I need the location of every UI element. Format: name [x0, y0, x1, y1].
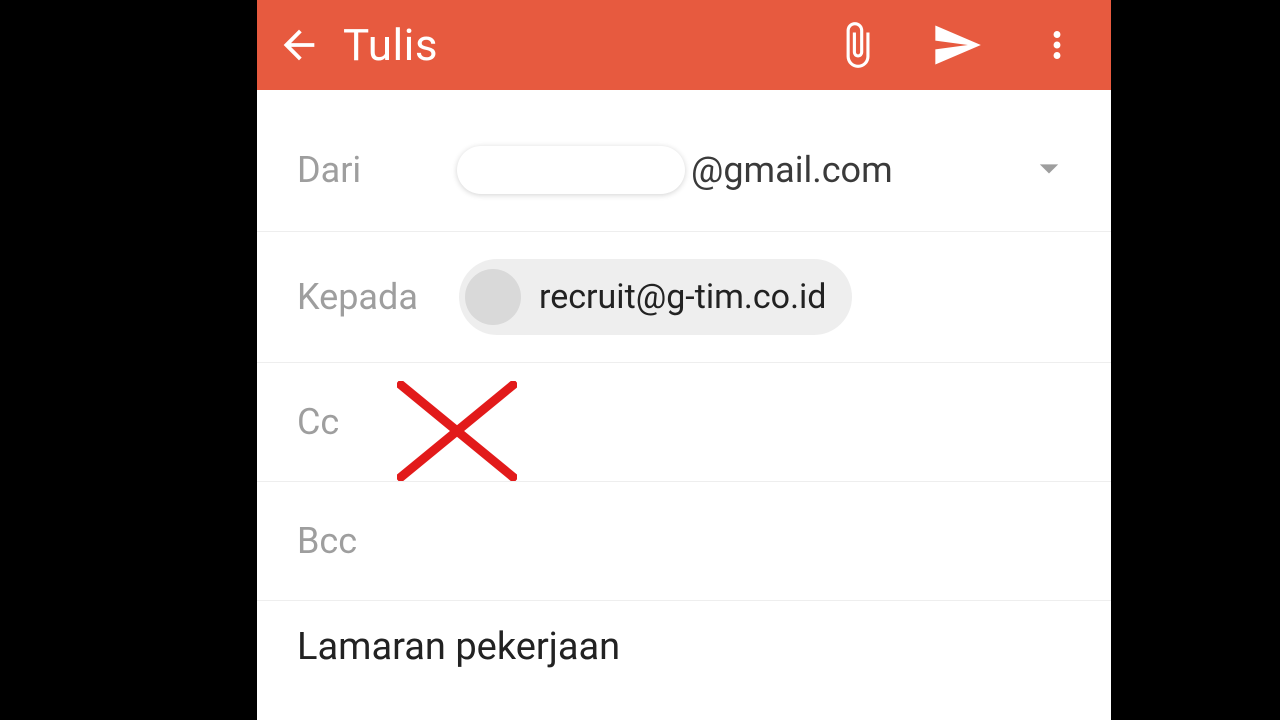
compose-screen: Tulis Dari — [257, 0, 1111, 720]
bcc-row[interactable]: Bcc — [257, 482, 1111, 601]
expand-from[interactable] — [1027, 146, 1071, 194]
from-label: Dari — [297, 149, 437, 191]
attach-button[interactable] — [827, 15, 887, 75]
arrow-back-icon — [276, 22, 322, 68]
more-button[interactable] — [1027, 15, 1087, 75]
from-domain: @gmail.com — [691, 149, 893, 191]
back-button[interactable] — [269, 15, 329, 75]
avatar-icon — [465, 269, 521, 325]
screen-title: Tulis — [343, 19, 827, 71]
send-icon — [931, 19, 983, 71]
subject-field[interactable]: Lamaran pekerjaan — [257, 601, 1111, 720]
app-bar: Tulis — [257, 0, 1111, 90]
cc-row[interactable]: Cc — [257, 363, 1111, 482]
chevron-down-icon — [1027, 146, 1071, 190]
recipient-chip[interactable]: recruit@g-tim.co.id — [459, 259, 852, 335]
bcc-label: Bcc — [297, 520, 437, 562]
recipient-email: recruit@g-tim.co.id — [539, 277, 826, 317]
redacted-username — [457, 146, 685, 194]
more-vert-icon — [1039, 23, 1075, 67]
from-row[interactable]: Dari @gmail.com — [257, 109, 1111, 231]
to-row[interactable]: Kepada recruit@g-tim.co.id — [257, 232, 1111, 363]
cc-label: Cc — [297, 401, 437, 443]
to-label: Kepada — [297, 276, 437, 318]
paperclip-icon — [832, 20, 882, 70]
send-button[interactable] — [927, 15, 987, 75]
